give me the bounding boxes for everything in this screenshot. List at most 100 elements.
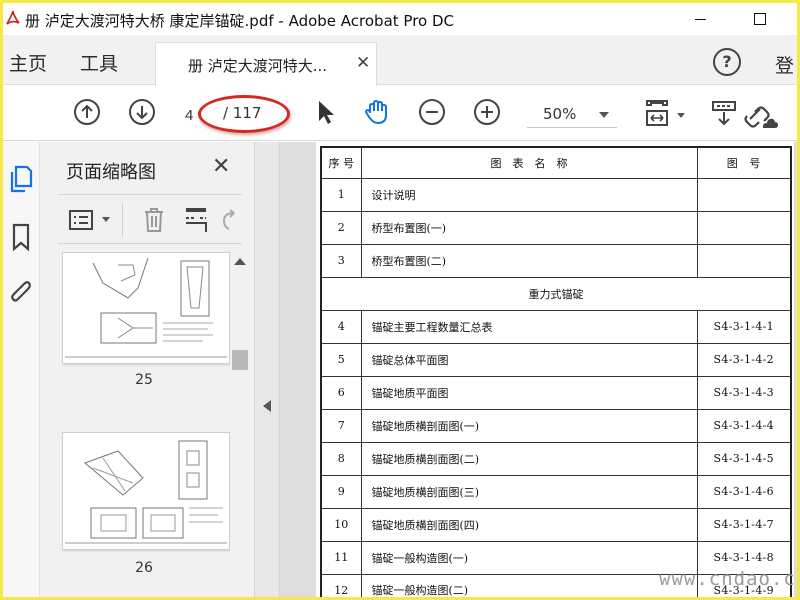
tab-home[interactable]: 主页 bbox=[9, 49, 47, 76]
close-tab-icon[interactable]: ✕ bbox=[356, 53, 370, 73]
collapse-panel-icon[interactable] bbox=[263, 400, 271, 412]
row-number: 5 bbox=[320, 342, 362, 377]
table-row: 9 锚碇地质横剖面图(三) S4-3-1-4-6 bbox=[320, 474, 792, 509]
insert-page-icon[interactable] bbox=[182, 205, 210, 235]
table-row: 1 设计说明 bbox=[320, 177, 792, 212]
tab-document[interactable]: 册 泸定大渡河特大... ✕ bbox=[155, 42, 377, 86]
table-row: 8 锚碇地质横剖面图(二) S4-3-1-4-5 bbox=[320, 441, 792, 476]
page-thumbnail-26[interactable] bbox=[62, 432, 230, 550]
row-code: S4-3-1-4-2 bbox=[696, 342, 792, 377]
row-number: 10 bbox=[320, 507, 362, 542]
redact-icon[interactable] bbox=[709, 98, 743, 126]
page-fit-icon[interactable] bbox=[643, 98, 675, 126]
row-name: 锚碇地质横剖面图(四) bbox=[360, 507, 698, 542]
options-menu-icon[interactable] bbox=[68, 208, 96, 232]
row-code: S4-3-1-4-5 bbox=[696, 441, 792, 476]
zoom-select[interactable]: 50% bbox=[527, 100, 617, 128]
chevron-down-icon bbox=[599, 112, 609, 118]
options-caret-icon[interactable] bbox=[102, 217, 110, 222]
row-number: 3 bbox=[320, 243, 362, 278]
row-code bbox=[696, 177, 792, 212]
scrollbar-thumb[interactable] bbox=[232, 350, 248, 370]
table-row: 2 桥型布置图(一) bbox=[320, 210, 792, 245]
cursor-icon[interactable] bbox=[311, 98, 339, 126]
row-number: 1 bbox=[320, 177, 362, 212]
table-row: 7 锚碇地质横剖面图(一) S4-3-1-4-4 bbox=[320, 408, 792, 443]
row-name: 桥型布置图(一) bbox=[360, 210, 698, 245]
minimize-button[interactable] bbox=[677, 3, 723, 35]
page-number-highlight bbox=[198, 95, 290, 133]
header-code: 图 号 bbox=[696, 146, 792, 179]
row-number: 11 bbox=[320, 540, 362, 575]
row-name: 锚碇地质横剖面图(三) bbox=[360, 474, 698, 509]
row-name: 锚碇一般构造图(一) bbox=[360, 540, 698, 575]
window-title: 册 泸定大渡河特大桥 康定岸锚碇.pdf - Adobe Acrobat Pro… bbox=[25, 12, 455, 30]
toolbar-divider bbox=[122, 203, 123, 237]
document-view: 序 号 图 表 名 称 图 号 1 设计说明 2 桥型布置图(一) 3 桥型布置… bbox=[280, 142, 797, 597]
section-title: 重力式锚碇 bbox=[320, 276, 792, 311]
row-name: 锚碇总体平面图 bbox=[360, 342, 698, 377]
row-code bbox=[696, 210, 792, 245]
page-thumbnails-icon[interactable] bbox=[8, 164, 34, 194]
tab-bar: 主页 工具 册 泸定大渡河特大... ✕ ? 登 bbox=[3, 35, 797, 86]
row-number: 12 bbox=[320, 573, 362, 597]
watermark: www.cndao.com bbox=[659, 568, 797, 590]
table-row: 4 锚碇主要工程数量汇总表 S4-3-1-4-1 bbox=[320, 309, 792, 344]
row-number: 7 bbox=[320, 408, 362, 443]
row-number: 9 bbox=[320, 474, 362, 509]
trash-icon[interactable] bbox=[142, 207, 166, 233]
login-link[interactable]: 登 bbox=[775, 51, 794, 78]
close-panel-icon[interactable]: ✕ bbox=[212, 154, 230, 179]
document-tab-label: 册 泸定大渡河特大... bbox=[188, 57, 328, 75]
row-name: 锚碇地质横剖面图(一) bbox=[360, 408, 698, 443]
header-name: 图 表 名 称 bbox=[360, 146, 698, 179]
table-row: 3 桥型布置图(二) bbox=[320, 243, 792, 278]
row-code: S4-3-1-4-4 bbox=[696, 408, 792, 443]
section-row: 重力式锚碇 bbox=[320, 276, 792, 311]
arrow-up-circle-icon[interactable] bbox=[73, 98, 101, 126]
row-name: 锚碇一般构造图(二) bbox=[360, 573, 698, 597]
thumbnail-scrollbar[interactable] bbox=[230, 252, 250, 597]
row-number: 2 bbox=[320, 210, 362, 245]
zoom-value: 50% bbox=[543, 105, 577, 123]
thumbnail-label: 26 bbox=[135, 560, 153, 576]
hand-icon[interactable] bbox=[363, 98, 391, 126]
panel-collapse-strip[interactable] bbox=[254, 142, 280, 597]
document-page: 序 号 图 表 名 称 图 号 1 设计说明 2 桥型布置图(一) 3 桥型布置… bbox=[316, 142, 794, 597]
table-row: 5 锚碇总体平面图 S4-3-1-4-2 bbox=[320, 342, 792, 377]
table-row: 6 锚碇地质平面图 S4-3-1-4-3 bbox=[320, 375, 792, 410]
row-name: 桥型布置图(二) bbox=[360, 243, 698, 278]
plus-circle-icon[interactable] bbox=[473, 98, 501, 126]
page-fit-caret-icon[interactable] bbox=[677, 113, 685, 118]
minus-circle-icon[interactable] bbox=[418, 98, 446, 126]
row-code bbox=[696, 243, 792, 278]
row-name: 锚碇主要工程数量汇总表 bbox=[360, 309, 698, 344]
thumbnails-panel: 页面缩略图 ✕ 25 26 bbox=[40, 142, 254, 597]
table-row: 10 锚碇地质横剖面图(四) S4-3-1-4-7 bbox=[320, 507, 792, 542]
undo-icon[interactable] bbox=[218, 207, 240, 233]
row-code: S4-3-1-4-6 bbox=[696, 474, 792, 509]
acrobat-window: 册 泸定大渡河特大桥 康定岸锚碇.pdf - Adobe Acrobat Pro… bbox=[3, 3, 797, 597]
help-icon[interactable]: ? bbox=[713, 48, 741, 76]
scroll-up-icon[interactable] bbox=[234, 258, 246, 265]
row-code: S4-3-1-4-3 bbox=[696, 375, 792, 410]
acrobat-logo-icon bbox=[5, 9, 21, 27]
row-number: 8 bbox=[320, 441, 362, 476]
thumbnail-list: 25 26 bbox=[58, 252, 248, 597]
bookmark-icon[interactable] bbox=[8, 222, 34, 252]
navigation-rail bbox=[3, 142, 40, 597]
row-name: 锚碇地质平面图 bbox=[360, 375, 698, 410]
panel-toolbar bbox=[58, 194, 242, 244]
row-code: S4-3-1-4-7 bbox=[696, 507, 792, 542]
page-thumbnail-25[interactable] bbox=[62, 252, 230, 364]
tab-tools[interactable]: 工具 bbox=[80, 49, 118, 76]
row-name: 锚碇地质横剖面图(二) bbox=[360, 441, 698, 476]
arrow-down-circle-icon[interactable] bbox=[128, 98, 156, 126]
maximize-button[interactable] bbox=[737, 3, 783, 35]
header-number: 序 号 bbox=[320, 146, 362, 179]
drawing-index-table: 序 号 图 表 名 称 图 号 1 设计说明 2 桥型布置图(一) 3 桥型布置… bbox=[320, 146, 792, 597]
row-code: S4-3-1-4-1 bbox=[696, 309, 792, 344]
attachment-icon[interactable] bbox=[8, 278, 34, 308]
link-cloud-icon[interactable] bbox=[743, 98, 779, 128]
table-header-row: 序 号 图 表 名 称 图 号 bbox=[320, 146, 792, 179]
